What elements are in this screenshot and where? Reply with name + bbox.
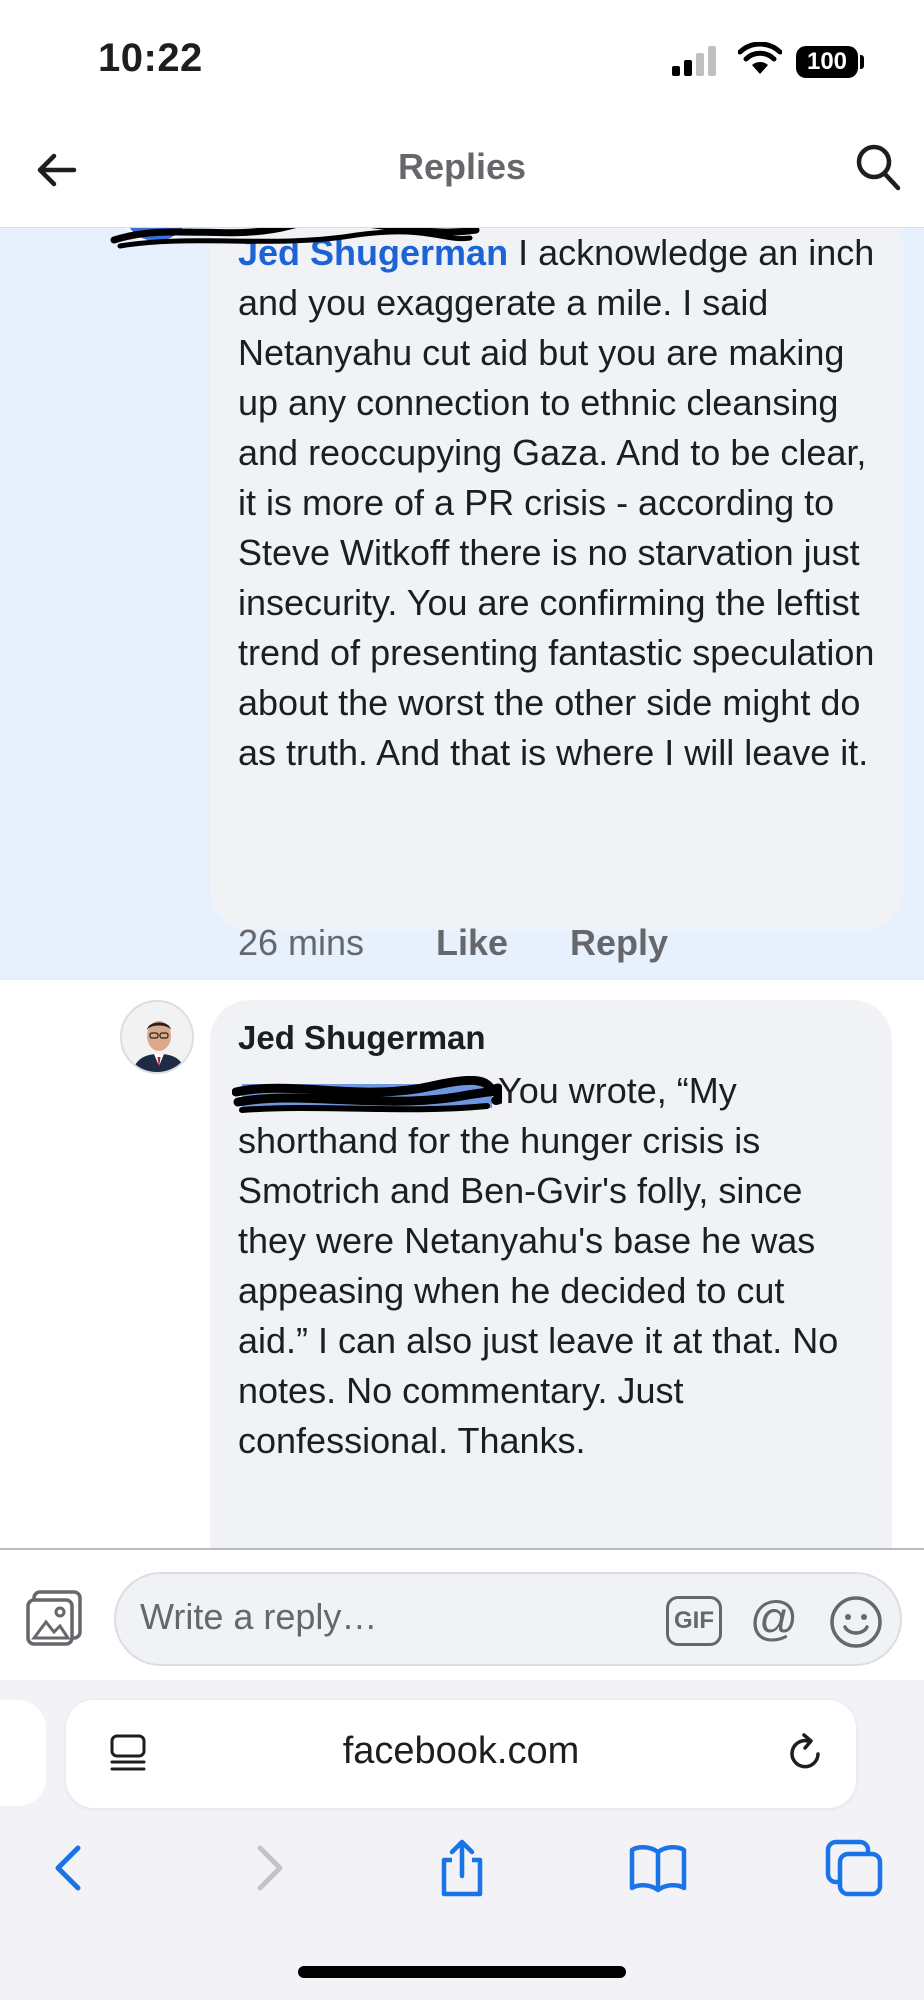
emoji-icon[interactable] [828,1594,884,1650]
reply-composer: Write a reply… GIF @ [0,1548,924,1680]
previous-tab-peek[interactable] [0,1700,46,1806]
tabs-icon[interactable] [824,1838,884,1898]
reload-icon[interactable] [784,1732,826,1774]
gif-icon[interactable]: GIF [666,1596,722,1646]
redaction-scribble [110,228,480,249]
share-icon[interactable] [432,1838,492,1898]
comment-author[interactable]: Jed Shugerman [238,1010,864,1066]
status-bar: 10:22 100 [0,0,924,120]
comment-text: You wrote, “My shorthand for the hunger … [238,1070,839,1461]
search-icon[interactable] [854,142,902,194]
avatar[interactable] [120,1000,194,1074]
comment-bubble[interactable]: Jed Shugerman You wrote, “My shorthand f… [210,1000,892,1548]
address-bar[interactable]: facebook.com [66,1700,856,1808]
like-button[interactable]: Like [436,918,508,968]
profile-photo [122,1002,192,1072]
reply-placeholder: Write a reply… [140,1596,378,1637]
mention-icon[interactable]: @ [746,1594,802,1650]
forward-chevron-icon[interactable] [238,1838,298,1898]
redaction-scribble [232,1076,502,1113]
comment-bubble[interactable]: Jed Shugerman I acknowledge an inch and … [210,228,904,930]
cellular-signal-icon [672,46,716,76]
back-chevron-icon[interactable] [40,1838,100,1898]
bookmarks-icon[interactable] [628,1838,688,1898]
comment-timestamp: 26 mins [238,922,365,963]
photo-icon[interactable] [24,1588,86,1648]
home-indicator [298,1966,626,1978]
reply-button[interactable]: Reply [570,918,668,968]
browser-chrome: facebook.com [0,1680,924,2000]
url-text[interactable]: facebook.com [66,1730,856,1773]
reply-input[interactable]: Write a reply… GIF @ [114,1572,902,1666]
nav-header: Replies [0,120,924,228]
comments-list: Jed Shugerman I acknowledge an inch and … [0,228,924,1548]
page-title: Replies [397,146,527,187]
battery-icon: 100 [796,46,858,78]
comment-text: I acknowledge an inch and you exaggerate… [238,232,875,773]
battery-tip [860,55,864,69]
wifi-icon [738,42,782,74]
status-time: 10:22 [98,36,203,80]
